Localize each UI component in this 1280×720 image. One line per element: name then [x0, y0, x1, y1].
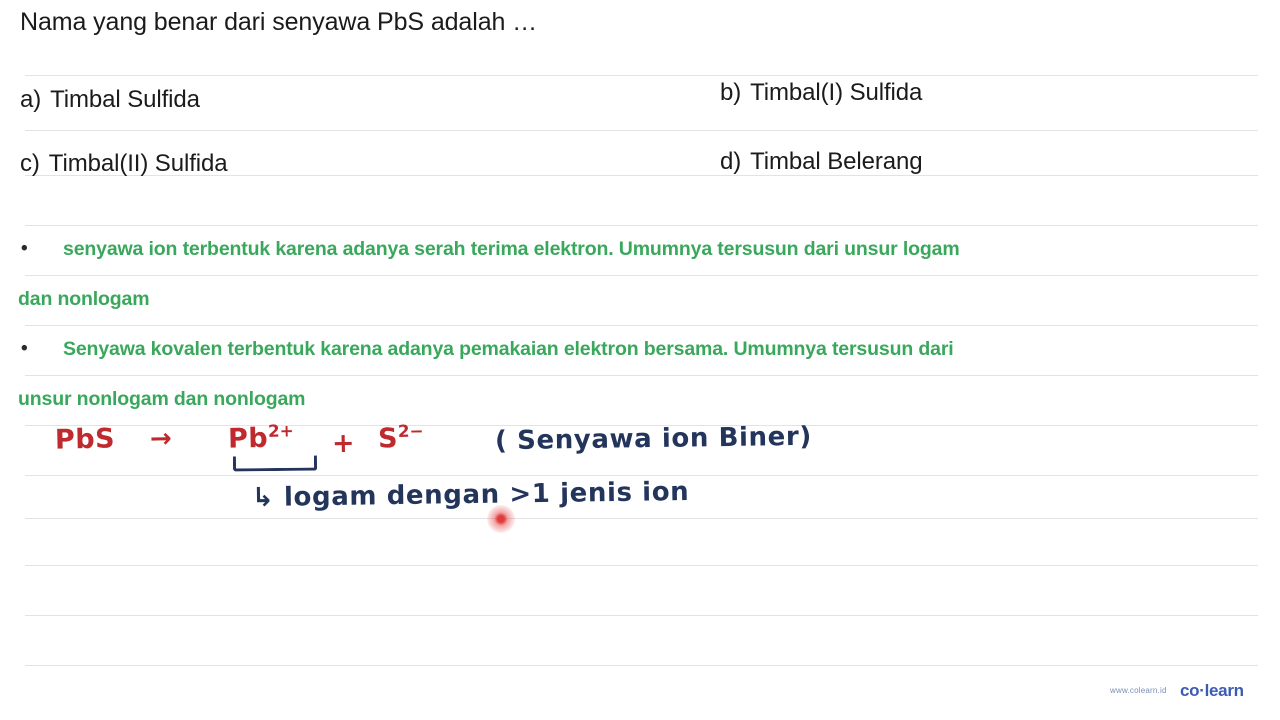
- cation-charge: 2+: [267, 420, 294, 441]
- handwriting-anion: S2−: [378, 421, 424, 455]
- anion-symbol: S: [377, 423, 399, 455]
- note-item-ionic: • senyawa ion terbentuk karena adanya se…: [18, 224, 1258, 324]
- cation-symbol: Pb: [227, 422, 269, 455]
- option-d-letter: d): [720, 148, 742, 175]
- option-c-letter: c): [20, 150, 40, 177]
- option-b[interactable]: b) Timbal(I) Sulfida: [720, 78, 922, 108]
- bullet-icon: •: [21, 338, 28, 359]
- note-covalent-line1: Senyawa kovalen terbentuk karena adanya …: [63, 338, 954, 360]
- rule-line-8: [25, 475, 1258, 476]
- handwriting-sub-note: ↳ logam dengan >1 jenis ion: [251, 476, 690, 514]
- option-c-label: Timbal(II) Sulfida: [48, 150, 228, 177]
- option-a-letter: a): [20, 86, 42, 113]
- option-a-label: Timbal Sulfida: [50, 86, 200, 113]
- option-c[interactable]: c) Timbal(II) Sulfida: [20, 149, 228, 179]
- rule-line-10: [25, 565, 1258, 566]
- rule-line-12: [25, 665, 1258, 666]
- note-item-covalent: • Senyawa kovalen terbentuk karena adany…: [18, 324, 1258, 424]
- option-d[interactable]: d) Timbal Belerang: [720, 147, 923, 177]
- note-covalent-line2: unsur nonlogam dan nonlogam: [18, 388, 306, 410]
- option-d-label: Timbal Belerang: [750, 148, 923, 175]
- rule-line-0: [25, 75, 1258, 76]
- option-b-label: Timbal(I) Sulfida: [750, 79, 923, 106]
- worksheet-page: Nama yang benar dari senyawa PbS adalah …: [0, 0, 1280, 720]
- handwriting-arrow-icon: →: [149, 423, 173, 455]
- rule-line-11: [25, 615, 1258, 616]
- page-title: Nama yang benar dari senyawa PbS adalah …: [20, 8, 538, 36]
- anion-charge: 2−: [397, 420, 424, 442]
- note-ionic-line1: senyawa ion terbentuk karena adanya sera…: [63, 238, 960, 260]
- note-ionic-line2: dan nonlogam: [18, 288, 150, 310]
- watermark-url: www.colearn.id: [1110, 686, 1167, 695]
- handwriting-cation: Pb2+: [228, 420, 294, 454]
- underbrace-icon: [232, 455, 318, 472]
- rule-line-9: [25, 518, 1258, 519]
- rule-line-1: [25, 130, 1258, 131]
- handwriting-binary-ionic-label: ( Senyawa ion Biner): [494, 421, 813, 457]
- handwriting-plus-sign: +: [331, 427, 356, 460]
- option-b-letter: b): [720, 79, 742, 106]
- option-a[interactable]: a) Timbal Sulfida: [20, 85, 200, 115]
- bullet-icon: •: [21, 238, 28, 259]
- handwriting-reactant: PbS: [54, 423, 116, 456]
- cursor-dot-icon: [487, 505, 515, 533]
- colearn-logo: co·learn: [1180, 681, 1244, 700]
